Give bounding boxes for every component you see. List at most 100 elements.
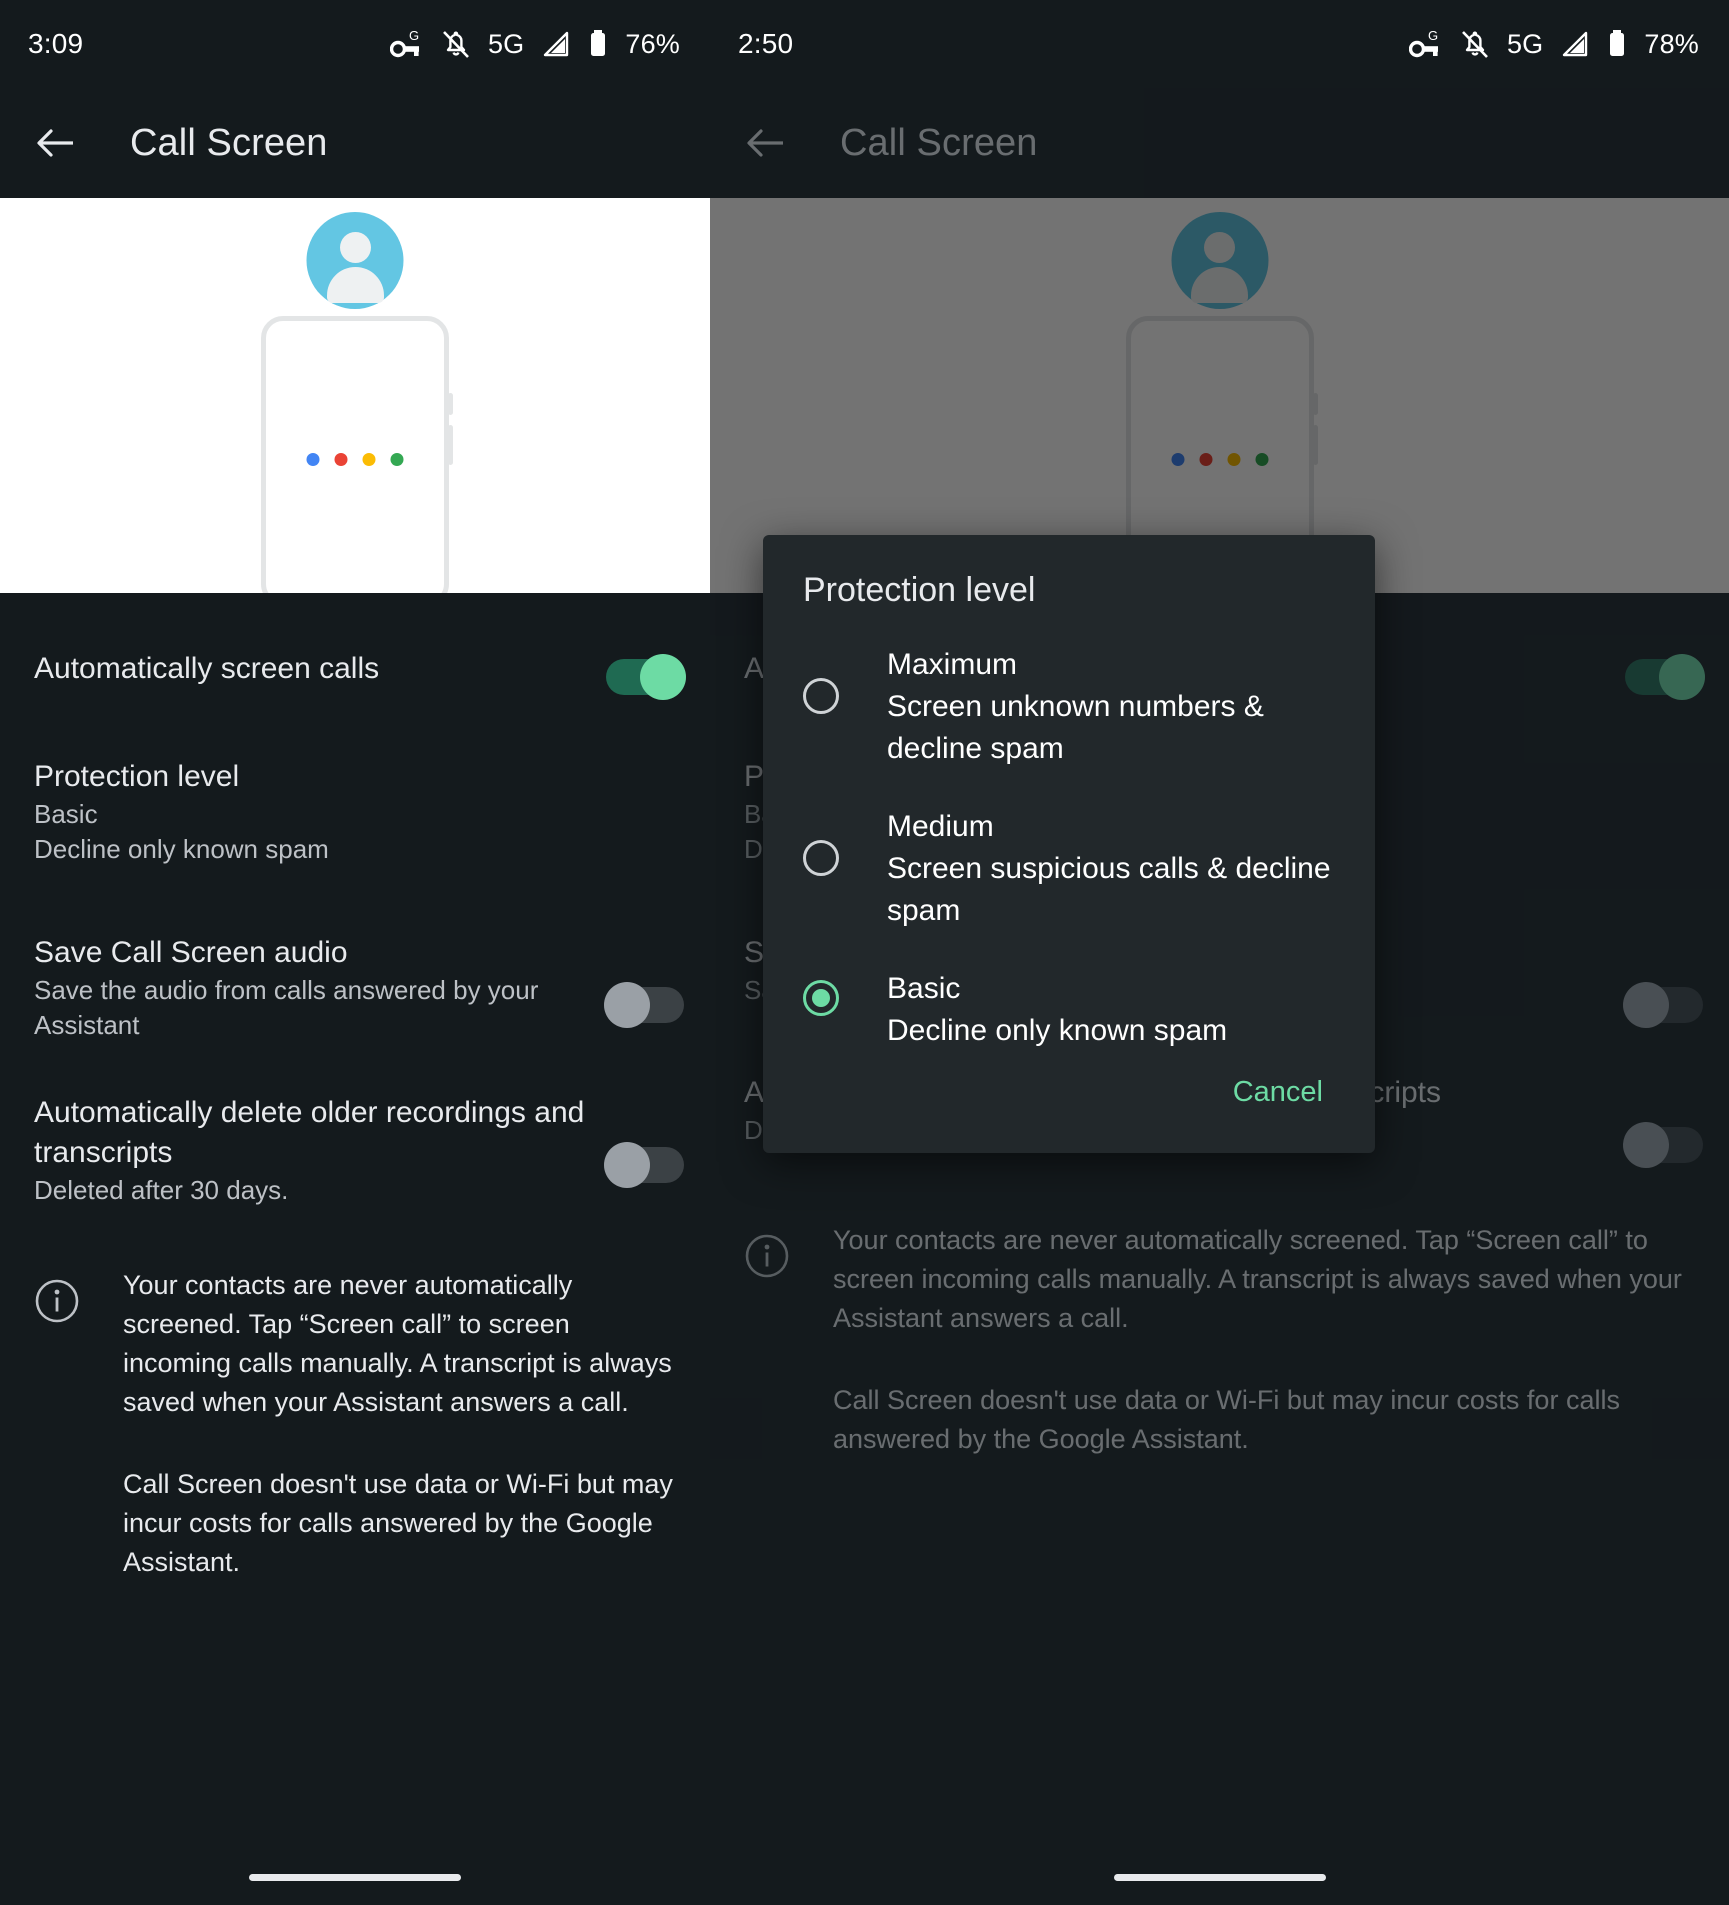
- toggle-knob: [604, 1142, 650, 1188]
- assistant-dot-yellow: [362, 453, 376, 466]
- battery-icon: [1607, 29, 1627, 59]
- cellular-signal-icon: [541, 30, 571, 58]
- option-description: Screen unknown numbers & decline spam: [887, 690, 1264, 765]
- assistant-dot-red: [334, 453, 348, 466]
- setting-row-save-audio[interactable]: Save Call Screen audio Save the audio fr…: [0, 867, 710, 1043]
- toggle-auto-delete-recordings[interactable]: [604, 1142, 684, 1188]
- call-screen-illustration: [710, 198, 1729, 593]
- google-assistant-dots: [306, 453, 404, 466]
- illustration-scrim: [710, 198, 1729, 593]
- notifications-off-icon: [441, 28, 471, 60]
- svg-text:G: G: [409, 29, 419, 43]
- app-bar: Call Screen: [710, 88, 1729, 198]
- footer-paragraph-2: Call Screen doesn't use data or Wi-Fi bu…: [123, 1469, 673, 1577]
- svg-text:G: G: [1428, 29, 1438, 43]
- setting-title: Automatically delete older recordings an…: [34, 1096, 585, 1169]
- toggle-auto-screen-calls[interactable]: [1625, 654, 1705, 700]
- toggle-knob: [1623, 1122, 1669, 1168]
- setting-row-auto-delete[interactable]: Automatically delete older recordings an…: [0, 1043, 710, 1208]
- setting-title: Protection level: [34, 760, 240, 793]
- navigation-handle[interactable]: [249, 1874, 461, 1881]
- toggle-knob: [1623, 982, 1669, 1028]
- back-arrow-icon[interactable]: [738, 115, 794, 171]
- dialog-title: Protection level: [803, 571, 1036, 609]
- footer-paragraph-1: Your contacts are never automatically sc…: [833, 1225, 1682, 1333]
- left-phone-screen: 3:09 G 5G 76% Call Screen Automatically …: [0, 0, 710, 1905]
- notifications-off-icon: [1460, 28, 1490, 60]
- toggle-auto-screen-calls[interactable]: [606, 654, 686, 700]
- person-avatar-icon: [306, 212, 404, 309]
- option-label: Basic: [887, 972, 961, 1005]
- setting-subtitle: Deleted after 30 days.: [34, 1175, 289, 1205]
- radio-medium[interactable]: [803, 840, 839, 876]
- toggle-auto-delete-recordings[interactable]: [1623, 1122, 1703, 1168]
- status-clock: 2:50: [738, 28, 794, 59]
- setting-subtitle-line2: Decline only known spam: [34, 834, 329, 864]
- dialog-option-texts: Maximum Screen unknown numbers & decline…: [839, 644, 1335, 770]
- network-type-label: 5G: [487, 28, 525, 59]
- setting-texts: Automatically delete older recordings an…: [34, 1093, 606, 1208]
- network-type-label: 5G: [1506, 28, 1544, 59]
- protection-level-dialog: Protection level Maximum Screen unknown …: [763, 535, 1375, 1153]
- setting-row-auto-screen[interactable]: Automatically screen calls: [0, 627, 710, 700]
- status-bar: 3:09 G 5G 76%: [0, 0, 710, 88]
- dialog-option-basic[interactable]: Basic Decline only known spam: [763, 968, 1375, 1052]
- assistant-dot-green: [390, 453, 404, 466]
- vpn-key-g-icon: G: [1408, 29, 1443, 59]
- battery-percent-label: 76%: [625, 28, 680, 59]
- setting-subtitle-line1: Basic: [34, 799, 98, 829]
- setting-texts: Automatically screen calls: [34, 649, 606, 689]
- footer-info-block: Your contacts are never automatically sc…: [0, 1208, 710, 1582]
- setting-texts: Save Call Screen audio Save the audio fr…: [34, 933, 606, 1043]
- footer-info-block: Your contacts are never automatically sc…: [710, 1163, 1729, 1459]
- status-icon-group: G 5G: [389, 28, 680, 60]
- toggle-knob: [604, 982, 650, 1028]
- phone-side-button-small: [448, 393, 453, 415]
- info-icon: [34, 1278, 80, 1582]
- avatar-head: [339, 232, 371, 263]
- option-label: Maximum: [887, 648, 1018, 681]
- footer-paragraph-2: Call Screen doesn't use data or Wi-Fi bu…: [833, 1385, 1620, 1454]
- dialog-option-texts: Medium Screen suspicious calls & decline…: [839, 806, 1335, 932]
- toggle-save-call-screen-audio[interactable]: [1623, 982, 1703, 1028]
- right-phone-screen: 2:50 G 5G 78% Call Screen Your contacts …: [710, 0, 1729, 1905]
- call-screen-illustration: [0, 198, 710, 593]
- toggle-save-call-screen-audio[interactable]: [604, 982, 684, 1028]
- phone-mockup-graphic: [261, 316, 453, 593]
- status-clock: 3:09: [28, 28, 84, 59]
- dual-screenshot-stage: 3:09 G 5G 76% Call Screen Automatically …: [0, 0, 1729, 1905]
- toggle-knob: [1659, 654, 1705, 700]
- footer-paragraph-1: Your contacts are never automatically sc…: [123, 1270, 672, 1417]
- dialog-option-texts: Basic Decline only known spam: [839, 968, 1227, 1052]
- option-description: Decline only known spam: [887, 1014, 1228, 1047]
- option-label: Medium: [887, 810, 994, 843]
- phone-side-button-large: [448, 425, 453, 465]
- dialog-option-maximum[interactable]: Maximum Screen unknown numbers & decline…: [763, 644, 1375, 770]
- battery-percent-label: 78%: [1644, 28, 1699, 59]
- dialog-option-medium[interactable]: Medium Screen suspicious calls & decline…: [763, 806, 1375, 932]
- radio-maximum[interactable]: [803, 678, 839, 714]
- setting-title: Automatically screen calls: [34, 652, 380, 685]
- status-icon-group: G 5G: [1408, 28, 1699, 60]
- settings-list: Automatically screen calls Protection le…: [0, 593, 710, 1582]
- radio-basic[interactable]: [803, 980, 839, 1016]
- footer-info-texts: Your contacts are never automatically sc…: [80, 1266, 680, 1582]
- navigation-handle[interactable]: [1113, 1874, 1326, 1881]
- dialog-action-bar: Cancel: [763, 1062, 1375, 1153]
- setting-texts: Protection level Basic Decline only know…: [34, 757, 684, 867]
- setting-row-protection-level[interactable]: Protection level Basic Decline only know…: [0, 697, 710, 867]
- avatar-body: [326, 267, 384, 303]
- page-title: Call Screen: [840, 121, 1038, 164]
- info-icon: [744, 1233, 790, 1459]
- back-arrow-icon[interactable]: [28, 115, 84, 171]
- setting-subtitle: Save the audio from calls answered by yo…: [34, 975, 539, 1040]
- battery-icon: [588, 29, 608, 59]
- cellular-signal-icon: [1560, 30, 1590, 58]
- assistant-dot-blue: [306, 453, 320, 466]
- page-title: Call Screen: [130, 121, 328, 164]
- vpn-key-g-icon: G: [389, 29, 424, 59]
- cancel-button[interactable]: Cancel: [1219, 1066, 1337, 1119]
- footer-info-texts: Your contacts are never automatically sc…: [790, 1221, 1699, 1459]
- toggle-knob: [640, 654, 686, 700]
- app-bar: Call Screen: [0, 88, 710, 198]
